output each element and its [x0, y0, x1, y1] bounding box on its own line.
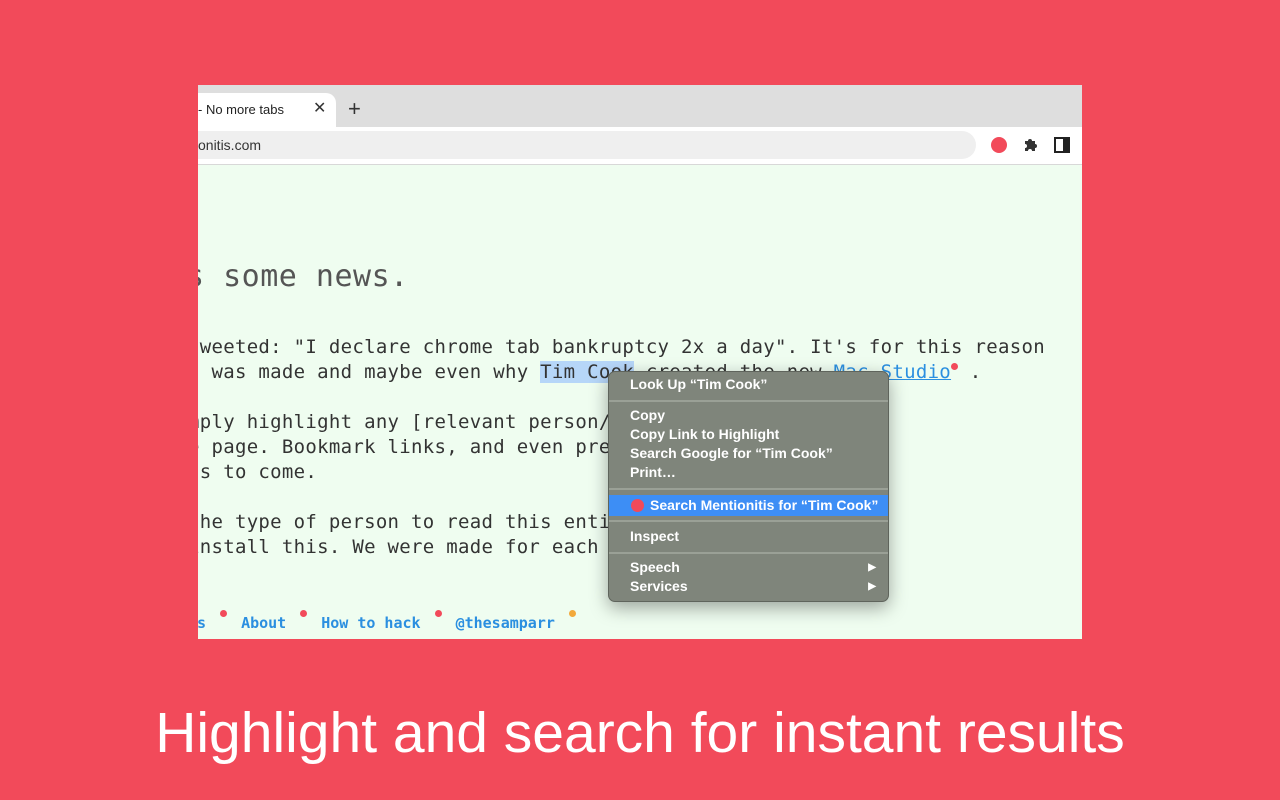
menu-item-label: Speech [630, 559, 680, 575]
menu-item-copy[interactable]: Copy [609, 406, 888, 425]
menu-separator [609, 552, 888, 554]
menu-item-look-up[interactable]: Look Up “Tim Cook” [609, 375, 888, 394]
menu-separator [609, 520, 888, 522]
article-paragraph-1-line-1: tweeted: "I declare chrome tab bankruptc… [198, 336, 1045, 358]
menu-item-label: Services [630, 578, 688, 594]
menu-item-speech[interactable]: Speech ▶ [609, 558, 888, 577]
submenu-arrow-icon: ▶ [868, 562, 876, 573]
side-panel-icon[interactable] [1054, 137, 1070, 153]
footer-nav: Qs About How to hack @thesamparr [198, 610, 590, 632]
footer-link-twitter[interactable]: @thesamparr [456, 614, 555, 632]
tab-title: - No more tabs [198, 102, 284, 117]
footer-link-faqs[interactable]: Qs [198, 614, 206, 632]
article-paragraph-2-line-3: ns to come. [198, 461, 318, 483]
submenu-arrow-icon: ▶ [868, 581, 876, 592]
footer-link-how-to-hack[interactable]: How to hack [321, 614, 420, 632]
footer-dot-icon [434, 610, 442, 617]
menu-item-search-google[interactable]: Search Google for “Tim Cook” [609, 444, 888, 463]
footer-dot-icon [300, 610, 308, 617]
menu-item-inspect[interactable]: Inspect [609, 527, 888, 546]
menu-item-label: Print… [630, 464, 676, 480]
menu-item-label: Search Google for “Tim Cook” [630, 445, 833, 461]
close-tab-icon[interactable]: ✕ [313, 99, 326, 119]
menu-item-label: Look Up “Tim Cook” [630, 376, 768, 392]
address-bar[interactable]: onitis.com [198, 131, 976, 159]
footer-dot-orange-icon [568, 610, 576, 617]
extensions-puzzle-icon[interactable] [1022, 136, 1040, 154]
text-span: . [958, 361, 982, 383]
url-text: onitis.com [198, 137, 262, 153]
new-tab-icon[interactable]: + [348, 97, 361, 121]
tab-bar: - No more tabs ✕ + [198, 85, 1082, 127]
menu-separator [609, 400, 888, 402]
browser-tab[interactable]: - No more tabs ✕ [198, 93, 336, 127]
footer-link-about[interactable]: About [241, 614, 286, 632]
menu-separator [609, 488, 888, 490]
browser-toolbar: onitis.com [198, 127, 1082, 165]
mentionitis-extension-icon[interactable] [991, 137, 1007, 153]
promo-caption: Highlight and search for instant results [155, 701, 1125, 765]
menu-item-label: Copy [630, 407, 665, 423]
menu-item-label: Inspect [630, 528, 680, 544]
text-span: s was made and maybe even why [198, 361, 541, 383]
menu-item-services[interactable]: Services ▶ [609, 577, 888, 596]
menu-item-search-mentionitis[interactable]: Search Mentionitis for “Tim Cook” [609, 495, 888, 516]
menu-item-print[interactable]: Print… [609, 463, 888, 482]
footer-dot-icon [220, 610, 228, 617]
mentionitis-icon [631, 499, 644, 512]
menu-item-copy-link[interactable]: Copy Link to Highlight [609, 425, 888, 444]
article-headline: s some news. [198, 259, 409, 294]
article-paragraph-3-line-2: install this. We were made for each [198, 536, 599, 558]
menu-item-label: Search Mentionitis for “Tim Cook” [650, 497, 879, 513]
menu-item-label: Copy Link to Highlight [630, 426, 780, 442]
mention-dot-icon[interactable] [951, 363, 959, 370]
context-menu: Look Up “Tim Cook” Copy Copy Link to Hig… [608, 371, 889, 602]
